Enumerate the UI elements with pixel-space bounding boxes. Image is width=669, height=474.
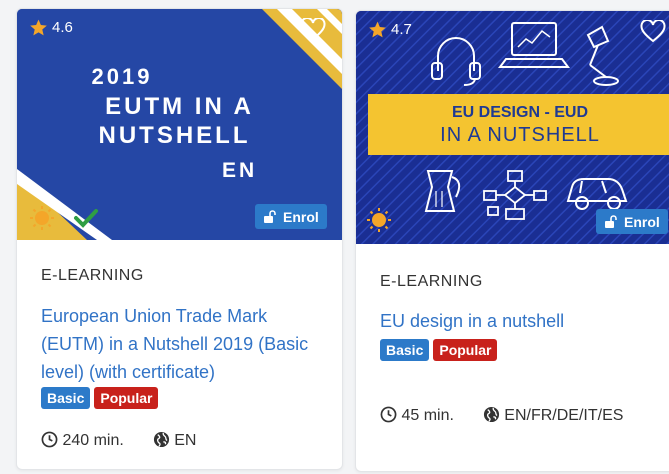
- course-title[interactable]: EU design in a nutshell: [380, 307, 669, 335]
- course-category: E-LEARNING: [41, 267, 144, 284]
- banner-year: 2019: [91, 64, 153, 89]
- course-banner-eud[interactable]: EU DESIGN - EUD IN A NUTSHELL 4.7 Enrol: [356, 11, 669, 244]
- banner-lang: EN: [222, 159, 258, 182]
- enrol-button[interactable]: Enrol: [596, 209, 668, 234]
- globe-icon: [483, 406, 499, 423]
- sun-icon: [367, 208, 391, 232]
- banner-line1: EU DESIGN - EUD: [451, 104, 588, 121]
- course-languages: EN: [174, 432, 197, 449]
- badge-basic: Basic: [380, 339, 430, 361]
- clock-icon: [380, 406, 397, 423]
- heart-icon[interactable]: [300, 18, 326, 42]
- badge-popular: Popular: [433, 339, 498, 361]
- enrol-button[interactable]: Enrol: [255, 204, 327, 229]
- unlock-icon: [264, 209, 276, 223]
- clock-icon: [41, 431, 58, 448]
- enrol-label: Enrol: [283, 208, 319, 225]
- star-icon: [30, 19, 47, 36]
- course-card-eutm[interactable]: 2019 EUTM IN A NUTSHELL EN 4.6 Enrol E-L…: [16, 8, 343, 470]
- course-banner-eutm[interactable]: 2019 EUTM IN A NUTSHELL EN 4.6 Enrol: [17, 9, 342, 240]
- enrol-label: Enrol: [624, 213, 660, 230]
- badge-basic: Basic: [41, 387, 91, 409]
- rating: 4.7: [368, 20, 412, 39]
- unlock-icon: [605, 214, 617, 228]
- sun-icon: [30, 206, 54, 230]
- globe-icon: [153, 431, 169, 448]
- banner-line2: NUTSHELL: [98, 122, 251, 149]
- course-duration: 45 min.: [401, 407, 454, 424]
- course-meta: 45 min. EN/FR/DE/IT/ES: [380, 402, 660, 430]
- badge-list: Basic Popular: [380, 339, 498, 361]
- star-icon: [369, 21, 386, 38]
- rating: 4.6: [29, 18, 73, 37]
- badge-popular: Popular: [94, 387, 159, 409]
- banner-line2: IN A NUTSHELL: [440, 124, 600, 146]
- rating-value: 4.7: [391, 21, 412, 38]
- course-languages: EN/FR/DE/IT/ES: [504, 407, 624, 424]
- banner-line1: EUTM IN A: [105, 93, 254, 120]
- course-card-eud[interactable]: EU DESIGN - EUD IN A NUTSHELL 4.7 Enrol …: [355, 10, 669, 472]
- course-duration: 240 min.: [62, 432, 124, 449]
- course-meta: 240 min. EN: [41, 427, 331, 455]
- check-icon: [74, 209, 98, 228]
- banner-title-band: EU DESIGN - EUD IN A NUTSHELL: [368, 94, 669, 155]
- heart-icon[interactable]: [640, 20, 666, 44]
- badge-list: Basic Popular: [41, 387, 159, 409]
- course-title[interactable]: European Union Trade Mark (EUTM) in a Nu…: [41, 302, 331, 386]
- course-category: E-LEARNING: [380, 273, 483, 290]
- rating-value: 4.6: [52, 19, 73, 36]
